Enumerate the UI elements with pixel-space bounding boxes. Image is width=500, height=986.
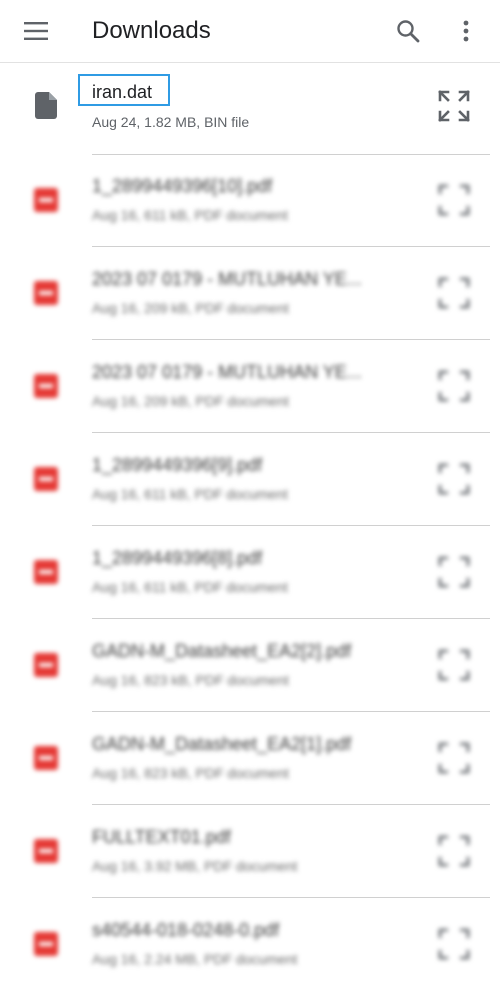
file-row[interactable]: 2023 07 0179 - MUTLUHAN YE... Aug 16, 20… xyxy=(0,340,500,433)
file-icon xyxy=(35,92,57,119)
file-name: GADN-M_Datasheet_EA2[1].pdf xyxy=(92,734,352,754)
pdf-icon xyxy=(34,281,58,305)
pdf-icon xyxy=(34,560,58,584)
pdf-icon xyxy=(34,932,58,956)
file-name: 1_2899449396[8].pdf xyxy=(92,548,263,568)
file-row[interactable]: 1_2899449396[8].pdf Aug 16, 611 kB, PDF … xyxy=(0,526,500,619)
file-row[interactable]: 1_2899449396[10].pdf Aug 16, 611 kB, PDF… xyxy=(0,154,500,247)
file-details: Aug 16, 3.92 MB, PDF document xyxy=(92,858,298,874)
file-row[interactable]: s40544-018-0248-0.pdf Aug 16, 2.24 MB, P… xyxy=(0,898,500,986)
app-bar: Downloads xyxy=(0,0,500,63)
file-name: 2023 07 0179 - MUTLUHAN YE... xyxy=(92,269,362,289)
file-details: Aug 16, 823 kB, PDF document xyxy=(92,765,289,781)
pdf-icon xyxy=(34,746,58,770)
expand-icon[interactable] xyxy=(438,370,470,402)
file-name: 1_2899449396[9].pdf xyxy=(92,455,263,475)
pdf-icon xyxy=(34,839,58,863)
file-name: s40544-018-0248-0.pdf xyxy=(92,920,280,940)
file-details: Aug 16, 209 kB, PDF document xyxy=(92,393,289,409)
page-title: Downloads xyxy=(92,17,211,44)
file-name: FULLTEXT01.pdf xyxy=(92,827,231,847)
pdf-icon xyxy=(34,653,58,677)
file-name: iran.dat xyxy=(92,82,153,102)
file-name: 1_2899449396[10].pdf xyxy=(92,176,273,196)
pdf-icon xyxy=(34,188,58,212)
file-details: Aug 16, 209 kB, PDF document xyxy=(92,300,289,316)
file-details: Aug 16, 2.24 MB, PDF document xyxy=(92,951,298,967)
file-details: Aug 16, 611 kB, PDF document xyxy=(92,579,288,595)
expand-icon[interactable] xyxy=(438,184,470,216)
menu-icon[interactable] xyxy=(24,21,48,41)
file-row[interactable]: GADN-M_Datasheet_EA2[1].pdf Aug 16, 823 … xyxy=(0,712,500,805)
file-name: GADN-M_Datasheet_EA2[2].pdf xyxy=(92,641,352,661)
expand-icon[interactable] xyxy=(438,742,470,774)
file-row[interactable]: iran.dat Aug 24, 1.82 MB, BIN file xyxy=(0,62,500,155)
pdf-icon xyxy=(34,467,58,491)
file-row[interactable]: GADN-M_Datasheet_EA2[2].pdf Aug 16, 823 … xyxy=(0,619,500,712)
file-details: Aug 24, 1.82 MB, BIN file xyxy=(92,114,250,130)
expand-icon[interactable] xyxy=(438,463,470,495)
file-details: Aug 16, 823 kB, PDF document xyxy=(92,672,289,688)
expand-icon[interactable] xyxy=(438,556,470,588)
expand-icon[interactable] xyxy=(438,649,470,681)
file-row[interactable]: 2023 07 0179 - MUTLUHAN YE... Aug 16, 20… xyxy=(0,247,500,340)
expand-icon[interactable] xyxy=(438,928,470,960)
file-name: 2023 07 0179 - MUTLUHAN YE... xyxy=(92,362,362,382)
file-row[interactable]: FULLTEXT01.pdf Aug 16, 3.92 MB, PDF docu… xyxy=(0,805,500,898)
file-details: Aug 16, 611 kB, PDF document xyxy=(92,486,288,502)
file-row[interactable]: 1_2899449396[9].pdf Aug 16, 611 kB, PDF … xyxy=(0,433,500,526)
search-icon[interactable] xyxy=(396,19,420,43)
expand-icon[interactable] xyxy=(438,277,470,309)
expand-icon[interactable] xyxy=(438,90,470,122)
file-details: Aug 16, 611 kB, PDF document xyxy=(92,207,288,223)
expand-icon[interactable] xyxy=(438,835,470,867)
more-vert-icon[interactable] xyxy=(460,20,472,42)
pdf-icon xyxy=(34,374,58,398)
